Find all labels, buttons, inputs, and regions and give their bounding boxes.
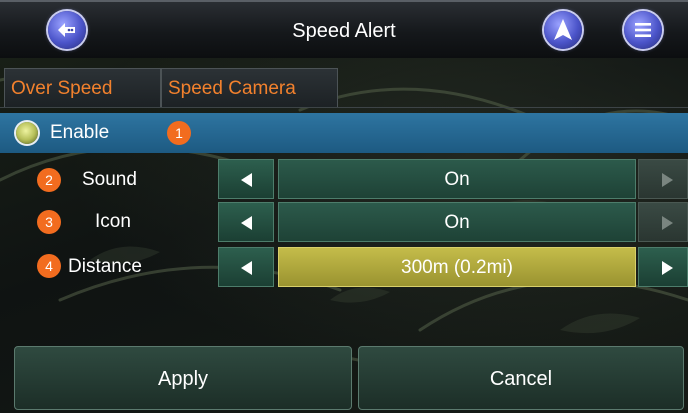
tab-speed-camera[interactable]: Speed Camera	[161, 68, 338, 108]
arrow-left-icon	[241, 261, 252, 275]
distance-next-button[interactable]	[638, 247, 688, 287]
navigate-button[interactable]	[544, 11, 582, 49]
arrow-left-icon	[241, 216, 252, 230]
menu-icon	[635, 23, 651, 37]
icon-prev-button[interactable]	[218, 202, 274, 242]
icon-label: Icon	[95, 211, 131, 232]
sound-next-button[interactable]	[638, 159, 688, 199]
sound-value: On	[278, 159, 636, 199]
distance-label: Distance	[68, 256, 142, 277]
cancel-button[interactable]: Cancel	[358, 346, 684, 410]
apply-button[interactable]: Apply	[14, 346, 352, 410]
icon-next-button[interactable]	[638, 202, 688, 242]
sound-label: Sound	[82, 169, 137, 190]
enable-label: Enable	[50, 122, 110, 143]
callout-badge-2: 2	[37, 168, 61, 192]
tab-over-speed[interactable]: Over Speed	[4, 68, 161, 108]
enable-row[interactable]: Enable 1	[0, 113, 688, 153]
arrow-right-icon	[662, 173, 673, 187]
arrow-right-icon	[662, 261, 673, 275]
arrow-left-icon	[241, 173, 252, 187]
enable-radio[interactable]	[16, 122, 38, 144]
callout-badge-1: 1	[167, 121, 191, 145]
distance-prev-button[interactable]	[218, 247, 274, 287]
sound-prev-button[interactable]	[218, 159, 274, 199]
icon-value: On	[278, 202, 636, 242]
speed-alert-screen: Speed Alert Over Speed Speed Camera Enab…	[0, 0, 688, 413]
header-bar: Speed Alert	[0, 0, 688, 58]
distance-value: 300m (0.2mi)	[278, 247, 636, 287]
tab-divider	[0, 107, 688, 108]
callout-badge-4: 4	[37, 254, 61, 278]
navigate-icon	[554, 19, 572, 40]
menu-button[interactable]	[624, 11, 662, 49]
arrow-right-icon	[662, 216, 673, 230]
callout-badge-3: 3	[37, 210, 61, 234]
page-title: Speed Alert	[292, 20, 396, 42]
